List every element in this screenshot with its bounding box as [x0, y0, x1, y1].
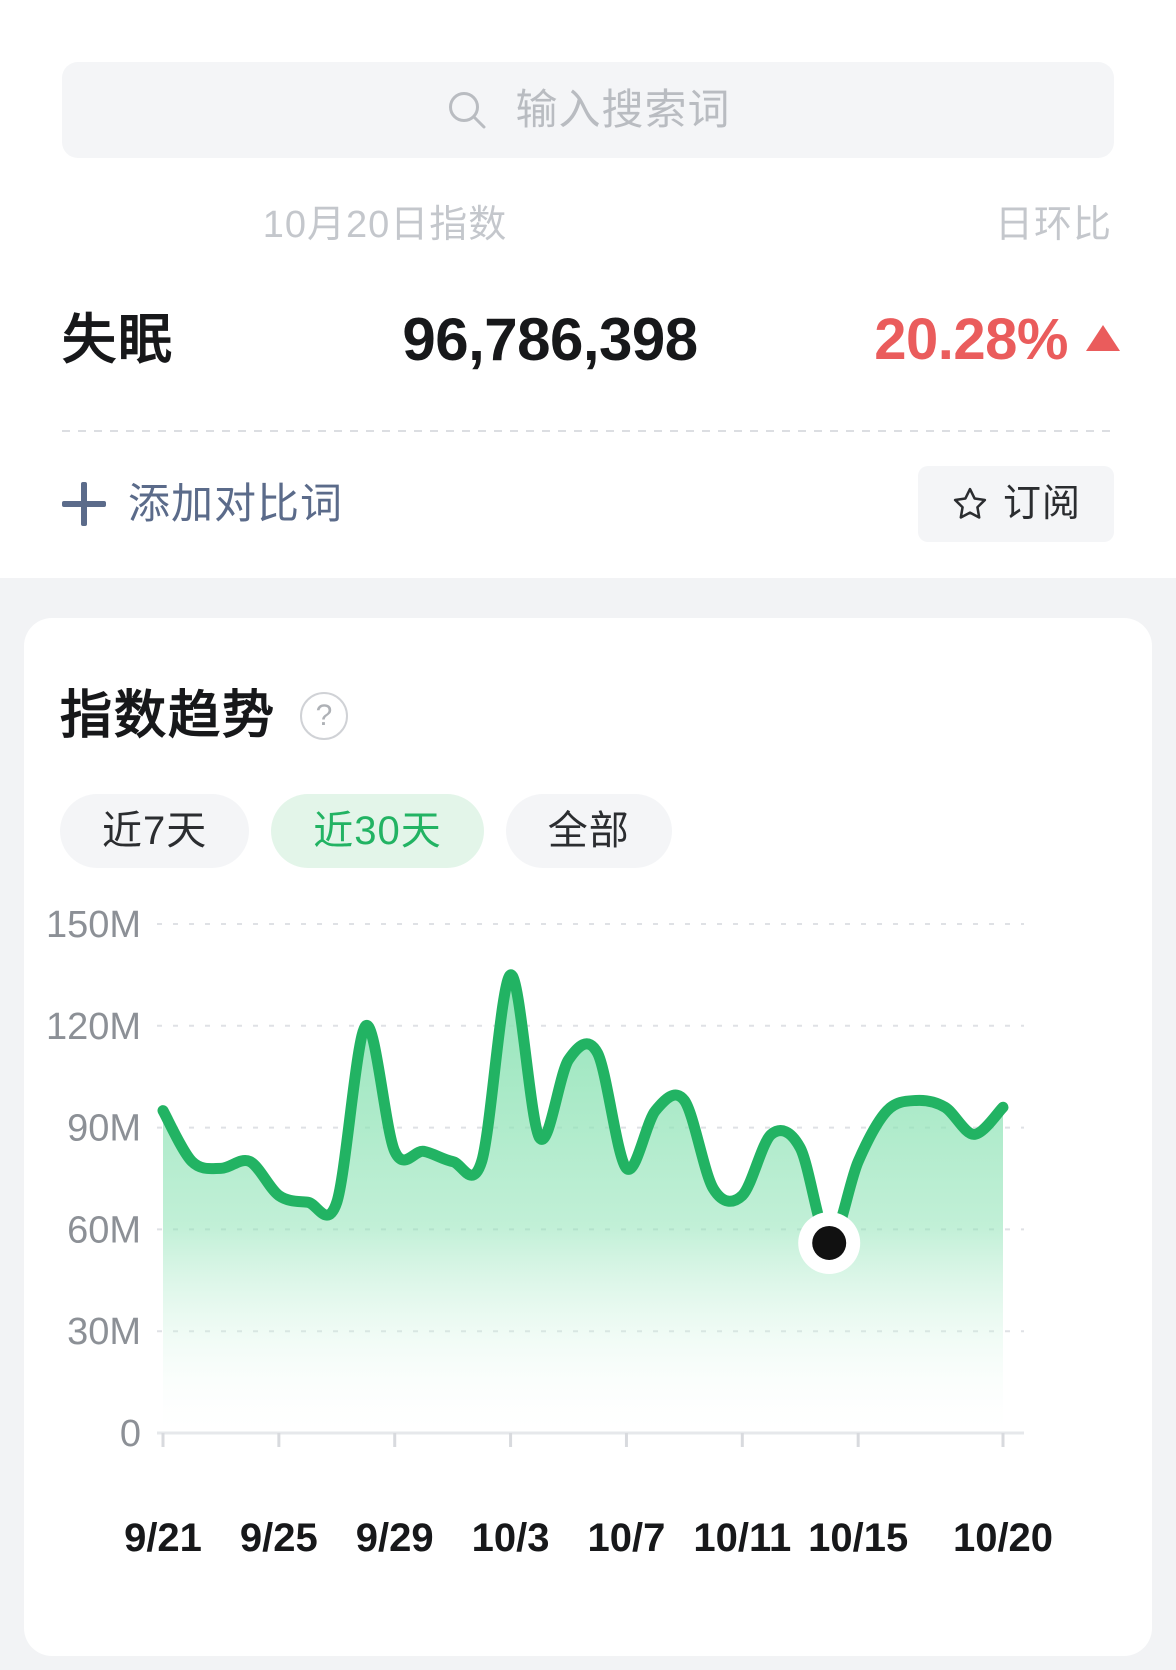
- subscribe-button[interactable]: 订阅: [918, 466, 1114, 542]
- x-axis-tick-label: 10/11: [693, 1510, 791, 1566]
- star-icon: [951, 485, 989, 523]
- plus-icon: [62, 482, 106, 526]
- y-axis-tick-label: 30M: [67, 1311, 141, 1353]
- subscribe-label: 订阅: [1003, 485, 1081, 523]
- tab-last-7-days[interactable]: 近7天: [60, 794, 249, 868]
- tab-all[interactable]: 全部: [506, 794, 672, 868]
- search-input[interactable]: 输入搜索词: [62, 62, 1114, 158]
- range-tabs: 近7天 近30天 全部: [60, 794, 672, 868]
- x-axis-tick-label: 10/15: [808, 1510, 908, 1566]
- change-value-group: 20.28%: [874, 290, 1120, 390]
- y-axis-tick-label: 90M: [67, 1108, 141, 1150]
- tab-last-30-days[interactable]: 近30天: [271, 794, 484, 868]
- trend-plot[interactable]: 0 30M 60M 90M 120M 150M: [24, 902, 1152, 1522]
- x-axis-labels: 9/21 9/25 9/29 10/3 10/7 10/11 10/15 10/20: [24, 1510, 1152, 1566]
- index-value: 96,786,398: [330, 290, 770, 390]
- screen-root: 输入搜索词 10月20日指数 日环比 失眠 96,786,398 20.28% …: [0, 0, 1176, 1670]
- chart-title: 指数趋势: [60, 690, 276, 742]
- x-axis-tick-label: 9/21: [124, 1510, 202, 1566]
- x-axis-tick-label: 9/25: [240, 1510, 318, 1566]
- arrow-up-icon: [1086, 325, 1120, 351]
- x-axis-tick-label: 9/29: [356, 1510, 434, 1566]
- search-placeholder: 输入搜索词: [515, 89, 730, 131]
- change-value: 20.28%: [874, 311, 1068, 369]
- summary-panel: 输入搜索词 10月20日指数 日环比 失眠 96,786,398 20.28% …: [0, 0, 1176, 578]
- keyword-name: 失眠: [62, 290, 174, 390]
- selected-point-marker: [812, 1226, 846, 1260]
- summary-header-row: 10月20日指数 日环比: [0, 196, 1176, 254]
- add-compare-button[interactable]: 添加对比词: [62, 470, 343, 538]
- summary-data-row: 失眠 96,786,398 20.28%: [0, 290, 1176, 390]
- trend-chart-card: 指数趋势 ? 近7天 近30天 全部 0 30M 60M 90M 120M 150M 9/…: [24, 618, 1152, 1656]
- help-icon[interactable]: ?: [300, 692, 348, 740]
- index-column-header: 10月20日指数: [0, 196, 770, 254]
- chart-header: 指数趋势 ?: [60, 690, 348, 742]
- change-column-header: 日环比: [995, 196, 1112, 254]
- add-compare-label: 添加对比词: [128, 483, 343, 525]
- search-icon: [445, 88, 489, 132]
- y-axis-tick-label: 150M: [46, 904, 141, 946]
- y-axis-tick-label: 120M: [46, 1006, 141, 1048]
- y-axis-tick-label: 0: [120, 1413, 141, 1455]
- x-axis-tick-label: 10/20: [953, 1510, 1053, 1566]
- divider: [62, 430, 1114, 432]
- y-axis-tick-label: 60M: [67, 1209, 141, 1251]
- x-axis-tick-label: 10/3: [472, 1510, 550, 1566]
- x-axis-tick-label: 10/7: [588, 1510, 666, 1566]
